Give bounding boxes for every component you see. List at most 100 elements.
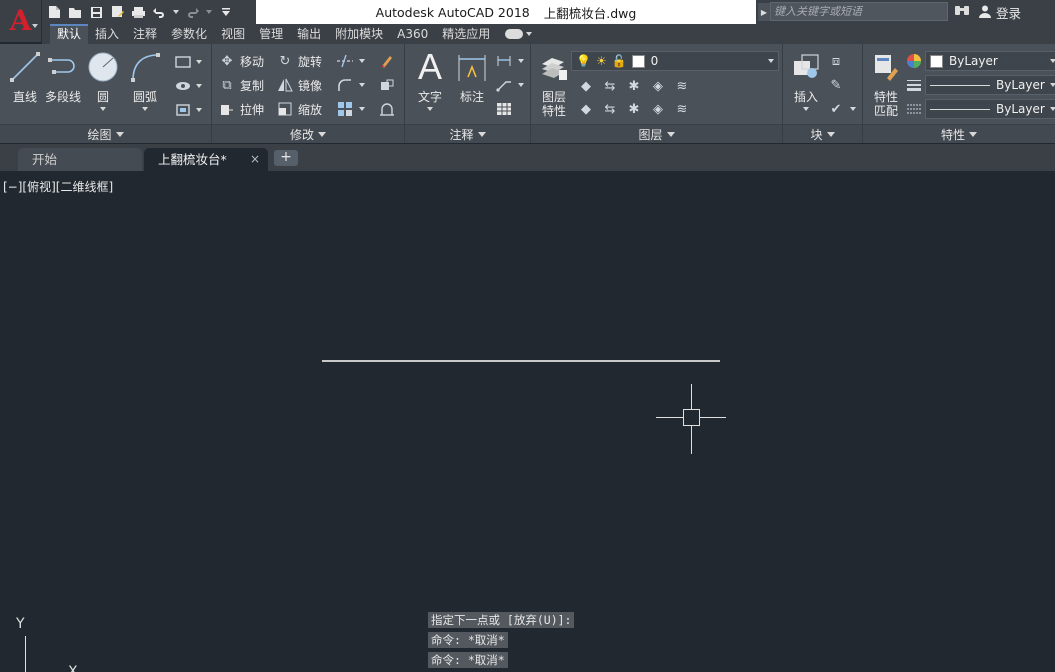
array-dropdown-icon[interactable] [359,107,365,111]
arc-button[interactable]: 圆弧 [122,48,168,118]
fillet-icon[interactable] [334,75,356,95]
trim-dropdown-icon[interactable] [359,59,365,63]
application-menu-button[interactable]: A [0,0,42,42]
lineweight-dropdown[interactable]: ByLayer [925,75,1055,95]
file-tab-start[interactable]: 开始 [18,148,142,171]
new-tab-button[interactable]: + [274,150,298,166]
insert-block-button[interactable]: 插入 [783,48,829,118]
tab-manage[interactable]: 管理 [252,24,290,44]
file-tab-drawing[interactable]: 上翻梳妆台* × [144,148,268,171]
move-button[interactable]: ✥ 移动 [218,51,264,71]
login-button[interactable]: 登录 [978,3,1021,22]
layer-tool-5-icon[interactable]: ≋ [671,76,693,96]
rectangle-icon[interactable] [172,52,194,72]
ribbon-minimize-button[interactable] [505,24,533,44]
erase-icon[interactable] [376,51,398,71]
layer-tool-10-icon[interactable]: ≋ [671,99,693,119]
new-icon[interactable] [46,4,63,21]
layer-tool-4-icon[interactable]: ◈ [647,76,669,96]
layer-tool-9-icon[interactable]: ◈ [647,99,669,119]
layer-dropdown[interactable]: 💡 ☀ 🔓 0 [571,51,779,71]
document-name: 上翻梳妆台.dwg [543,5,637,21]
properties-panel-footer[interactable]: 特性 [863,124,1055,143]
text-button[interactable]: A 文字 [407,46,453,118]
rotate-button[interactable]: ↻ 旋转 [276,51,322,71]
redo-icon[interactable] [184,4,201,21]
tab-addins[interactable]: 附加模块 [328,24,390,44]
circle-button[interactable]: 圆 [80,48,126,118]
block-attribute-dropdown-icon[interactable] [850,107,856,111]
block-attribute-icon[interactable]: ✔ [825,99,847,119]
viewport-controls[interactable]: [−][俯视][二维线框] [3,178,113,195]
color-wheel-icon[interactable] [903,51,925,71]
modify-panel-footer[interactable]: 修改 [212,124,404,143]
customize-qat-icon[interactable] [217,4,234,21]
linear-dropdown-icon[interactable] [518,59,524,63]
layer-tool-1-icon[interactable]: ◆ [575,76,597,96]
linetype-dropdown[interactable]: ByLayer [925,99,1055,119]
rectangle-dropdown-icon[interactable] [196,60,202,64]
array-icon[interactable] [334,99,356,119]
tab-insert[interactable]: 插入 [88,24,126,44]
offset-icon[interactable] [376,99,398,119]
explode-icon[interactable] [376,75,398,95]
drawn-line-entity[interactable] [322,360,720,362]
layer-tool-3-icon[interactable]: ✱ [623,76,645,96]
color-dropdown[interactable]: ByLayer [925,51,1055,71]
trim-icon[interactable] [334,51,356,71]
tab-default[interactable]: 默认 [50,24,89,44]
saveas-icon[interactable] [109,4,126,21]
properties-panel-title: 特性 [940,127,965,142]
create-block-icon[interactable]: ⧈ [825,51,847,71]
linetype-icon[interactable] [903,99,925,119]
hatch-dropdown-icon[interactable] [196,84,202,88]
layers-panel: 图层 特性 💡 ☀ 🔓 0 ◆ ⇆ ✱ ◈ ≋ ◆ ⇆ ✱ ◈ ≋ 图层 [531,44,783,143]
binoculars-icon[interactable] [954,3,970,21]
search-input[interactable]: 键入关键字或短语 [770,2,948,21]
arc-dropdown-icon[interactable] [142,107,148,111]
dimension-button[interactable]: 标注 [449,48,495,118]
annotation-panel-footer[interactable]: 注释 [405,124,530,143]
hatch-icon[interactable] [172,76,194,96]
tab-parametric[interactable]: 参数化 [164,24,214,44]
undo-dropdown-icon[interactable] [172,4,180,21]
text-dropdown-icon[interactable] [427,107,433,111]
linear-dimension-icon[interactable] [493,51,515,71]
leader-dropdown-icon[interactable] [518,83,524,87]
layers-panel-footer[interactable]: 图层 [531,124,782,143]
stretch-button[interactable]: 拉伸 [218,99,264,119]
chevron-down-icon [1050,59,1055,63]
undo-icon[interactable] [151,4,168,21]
mirror-button[interactable]: 镜像 [276,75,322,95]
lineweight-icon[interactable] [903,75,925,95]
tab-featured-apps[interactable]: 精选应用 [435,24,497,44]
redo-dropdown-icon[interactable] [205,4,213,21]
search-expand-icon[interactable]: ▶ [758,3,770,21]
drawing-canvas[interactable]: [−][俯视][二维线框] 指定下一点或 [放弃(U)]: 命令: *取消* 命… [0,172,1055,672]
layer-tool-7-icon[interactable]: ⇆ [599,99,621,119]
table-icon[interactable] [493,99,515,119]
layer-tool-8-icon[interactable]: ✱ [623,99,645,119]
print-icon[interactable] [130,4,147,21]
scale-button[interactable]: 缩放 [276,99,322,119]
tab-output[interactable]: 输出 [290,24,328,44]
boundary-icon[interactable] [172,100,194,120]
close-icon[interactable]: × [250,148,260,171]
circle-dropdown-icon[interactable] [100,107,106,111]
edit-block-icon[interactable]: ✎ [825,75,847,95]
insert-dropdown-icon[interactable] [803,107,809,111]
tab-annotate[interactable]: 注释 [126,24,164,44]
open-icon[interactable] [67,4,84,21]
layer-tool-6-icon[interactable]: ◆ [575,99,597,119]
draw-panel-footer[interactable]: 绘图 [0,124,211,143]
tab-view[interactable]: 视图 [214,24,252,44]
layer-tool-2-icon[interactable]: ⇆ [599,76,621,96]
sun-icon: ☀ [595,54,607,68]
leader-icon[interactable] [493,75,515,95]
tab-a360[interactable]: A360 [390,24,435,44]
block-panel-footer[interactable]: 块 [783,124,862,143]
fillet-dropdown-icon[interactable] [359,83,365,87]
boundary-dropdown-icon[interactable] [196,108,202,112]
save-icon[interactable] [88,4,105,21]
copy-button[interactable]: ⧉ 复制 [218,75,264,95]
